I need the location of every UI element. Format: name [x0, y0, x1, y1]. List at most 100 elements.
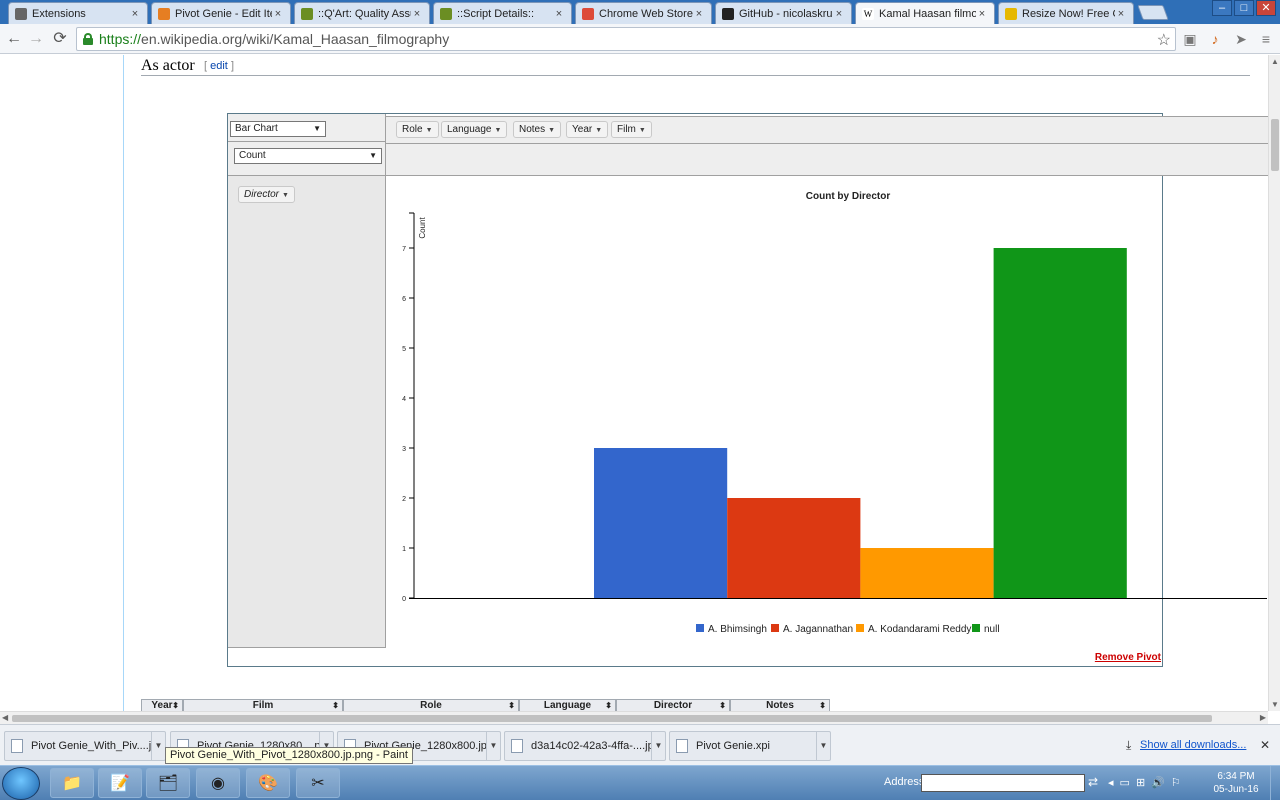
extension-page-icon[interactable]: ▣ — [1181, 30, 1199, 48]
paint-app-icon[interactable]: 🎨 — [246, 768, 290, 798]
table-column-header[interactable]: Language ⬍ — [519, 699, 616, 711]
tab-close-icon[interactable]: × — [272, 8, 284, 20]
go-arrow-icon[interactable]: ⇄ — [1088, 775, 1098, 789]
sort-icon[interactable]: ⬍ — [172, 700, 179, 711]
close-window-icon[interactable]: ✕ — [1256, 0, 1276, 16]
filter-triangle-icon[interactable]: ▼ — [639, 127, 646, 134]
sort-icon[interactable]: ⬍ — [332, 700, 339, 711]
filter-triangle-icon[interactable]: ▼ — [426, 127, 433, 134]
show-desktop-button[interactable] — [1270, 766, 1280, 800]
download-menu-arrow-icon[interactable]: ▼ — [486, 731, 500, 761]
browser-tab[interactable]: Resize Now! Free Onlin× — [998, 2, 1134, 24]
attribute-pill-language[interactable]: Language ▼ — [441, 121, 508, 138]
scroll-up-icon[interactable]: ▲ — [1271, 57, 1279, 66]
clock[interactable]: 6:34 PM 05-Jun-16 — [1210, 770, 1262, 796]
sort-icon[interactable]: ⬍ — [605, 700, 612, 711]
vertical-scroll-thumb[interactable] — [1271, 119, 1279, 171]
tab-close-icon[interactable]: × — [976, 8, 988, 20]
extension-arrow-icon[interactable]: ➤ — [1232, 30, 1250, 48]
y-tick-label: 3 — [402, 446, 406, 453]
horizontal-scroll-thumb[interactable] — [12, 715, 1212, 722]
filter-triangle-icon[interactable]: ▼ — [548, 127, 555, 134]
chrome-app-icon[interactable]: ◉ — [196, 768, 240, 798]
browser-tab[interactable]: W Kamal Haasan filmogr× — [855, 2, 995, 24]
table-column-header[interactable]: Year ⬍ — [141, 699, 183, 711]
tray-security-icon[interactable]: ⚐ — [1171, 776, 1181, 789]
menu-icon[interactable]: ≡ — [1257, 30, 1275, 48]
file-manager-icon[interactable]: 🗂 — [146, 768, 190, 798]
aggregator-select[interactable]: Count ▼ — [234, 148, 382, 164]
sort-icon[interactable]: ⬍ — [819, 700, 826, 711]
attribute-pill-film[interactable]: Film ▼ — [611, 121, 652, 138]
reload-icon[interactable]: ⟳ — [50, 29, 70, 49]
forward-arrow-icon[interactable]: → — [26, 29, 46, 49]
notepad-app-icon[interactable]: 📝 — [98, 768, 142, 798]
tray-chevron-icon[interactable]: ◂ — [1108, 776, 1114, 789]
remove-pivot-link[interactable]: Remove Pivot — [1095, 652, 1161, 663]
download-menu-arrow-icon[interactable]: ▼ — [151, 731, 165, 761]
webstore-icon — [582, 7, 594, 20]
table-column-header[interactable]: Role ⬍ — [343, 699, 519, 711]
browser-tab[interactable]: ::Q'Art: Quality Assuran× — [294, 2, 430, 24]
download-item[interactable]: Pivot Genie_With_Piv....jpg ▼ — [4, 731, 166, 761]
tray-volume-icon[interactable]: 🔊 — [1151, 776, 1165, 789]
download-menu-arrow-icon[interactable]: ▼ — [816, 731, 830, 761]
bookmark-star-icon[interactable]: ☆ — [1157, 30, 1171, 50]
tab-label: Extensions — [32, 7, 86, 20]
renderer-select[interactable]: Bar Chart ▼ — [230, 121, 326, 137]
sort-icon[interactable]: ⬍ — [719, 700, 726, 711]
scroll-down-icon[interactable]: ▼ — [1271, 700, 1279, 709]
extension-brush-icon[interactable]: ♪ — [1206, 30, 1224, 48]
vertical-scrollbar[interactable]: ▲ ▼ — [1268, 55, 1280, 711]
y-axis-label: Count — [418, 217, 427, 239]
filter-triangle-icon[interactable]: ▼ — [495, 127, 502, 134]
attribute-pill-role[interactable]: Role ▼ — [396, 121, 439, 138]
maximize-icon[interactable]: □ — [1234, 0, 1254, 16]
bar-a-jagannathan — [727, 498, 861, 598]
browser-tab[interactable]: GitHub - nicolaskrucht× — [715, 2, 852, 24]
attribute-pill-year[interactable]: Year ▼ — [566, 121, 609, 138]
browser-tab[interactable]: Pivot Genie - Edit Item× — [151, 2, 291, 24]
explorer-folder-icon[interactable]: 📁 — [50, 768, 94, 798]
start-button[interactable] — [2, 767, 40, 800]
taskbar-address-label: Address — [884, 776, 925, 788]
sort-icon[interactable]: ⬍ — [508, 700, 515, 711]
table-column-header[interactable]: Film ⬍ — [183, 699, 343, 711]
tab-close-icon[interactable]: × — [411, 8, 423, 20]
show-all-downloads-link[interactable]: Show all downloads... — [1140, 739, 1246, 751]
table-column-header[interactable]: Notes ⬍ — [730, 699, 830, 711]
filter-triangle-icon[interactable]: ▼ — [595, 127, 602, 134]
scroll-right-icon[interactable]: ▶ — [1260, 713, 1266, 722]
taskbar-address-input[interactable] — [921, 774, 1085, 792]
table-column-header[interactable]: Director ⬍ — [616, 699, 730, 711]
scroll-left-icon[interactable]: ◀ — [2, 713, 8, 722]
filter-triangle-icon[interactable]: ▼ — [282, 192, 289, 199]
download-item[interactable]: Pivot Genie.xpi ▼ — [669, 731, 831, 761]
row-attribute-pill[interactable]: Director ▼ — [238, 186, 295, 203]
browser-tab[interactable]: ::Script Details:: × — [433, 2, 572, 24]
edit-link[interactable]: edit — [210, 60, 228, 72]
tab-close-icon[interactable]: × — [129, 8, 141, 20]
download-menu-arrow-icon[interactable]: ▼ — [651, 731, 665, 761]
minimize-icon[interactable]: – — [1212, 0, 1232, 16]
download-item[interactable]: d3a14c02-42a3-4ffa-....jpg ▼ — [504, 731, 666, 761]
attribute-pill-notes[interactable]: Notes ▼ — [513, 121, 562, 138]
new-tab-button[interactable] — [1137, 5, 1169, 20]
close-shelf-icon[interactable]: ✕ — [1260, 738, 1270, 752]
back-arrow-icon[interactable]: ← — [4, 29, 24, 49]
tab-close-icon[interactable]: × — [1115, 8, 1127, 20]
tray-monitor-icon[interactable]: ▭ — [1120, 776, 1130, 789]
browser-tab[interactable]: Extensions × — [8, 2, 148, 24]
tab-close-icon[interactable]: × — [693, 8, 705, 20]
horizontal-scrollbar[interactable]: ◀ ▶ — [0, 711, 1268, 724]
address-bar[interactable]: https://en.wikipedia.org/wiki/Kamal_Haas… — [76, 27, 1176, 51]
browser-tab[interactable]: Chrome Web Store - Y× — [575, 2, 712, 24]
tray-network-icon[interactable]: ⊞ — [1136, 776, 1145, 789]
snipping-tool-icon[interactable]: ✂ — [296, 768, 340, 798]
row-dropzone[interactable]: Director ▼ — [228, 176, 386, 648]
renderer-cell: Bar Chart ▼ — [228, 114, 386, 142]
tab-close-icon[interactable]: × — [833, 8, 845, 20]
column-dropzone[interactable] — [386, 144, 1268, 176]
tab-close-icon[interactable]: × — [553, 8, 565, 20]
chart-area: Count by Director Count 0 1 2 3 4 5 6 7 A. Bhimsin… — [387, 176, 1267, 648]
